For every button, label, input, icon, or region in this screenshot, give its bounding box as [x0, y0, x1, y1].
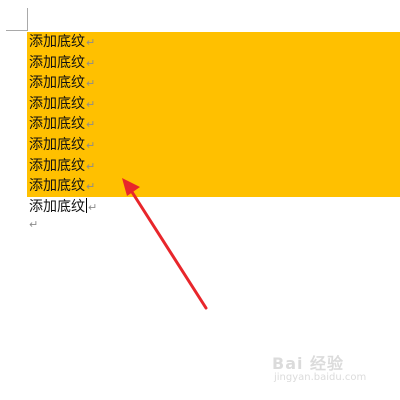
arrow-shaft	[130, 190, 208, 310]
watermark-logo: Bai 经验	[272, 354, 345, 373]
document-page[interactable]: 添加底纹↵ 添加底纹↵ 添加底纹↵ 添加底纹↵ 添加底纹↵ 添加底纹↵ 添加底纹…	[0, 0, 400, 400]
watermark: Bai 经验 jingyan.baidu.com	[272, 350, 382, 390]
annotation-arrow-icon	[122, 178, 208, 310]
arrow-head	[122, 178, 140, 196]
watermark-url: jingyan.baidu.com	[274, 372, 367, 383]
